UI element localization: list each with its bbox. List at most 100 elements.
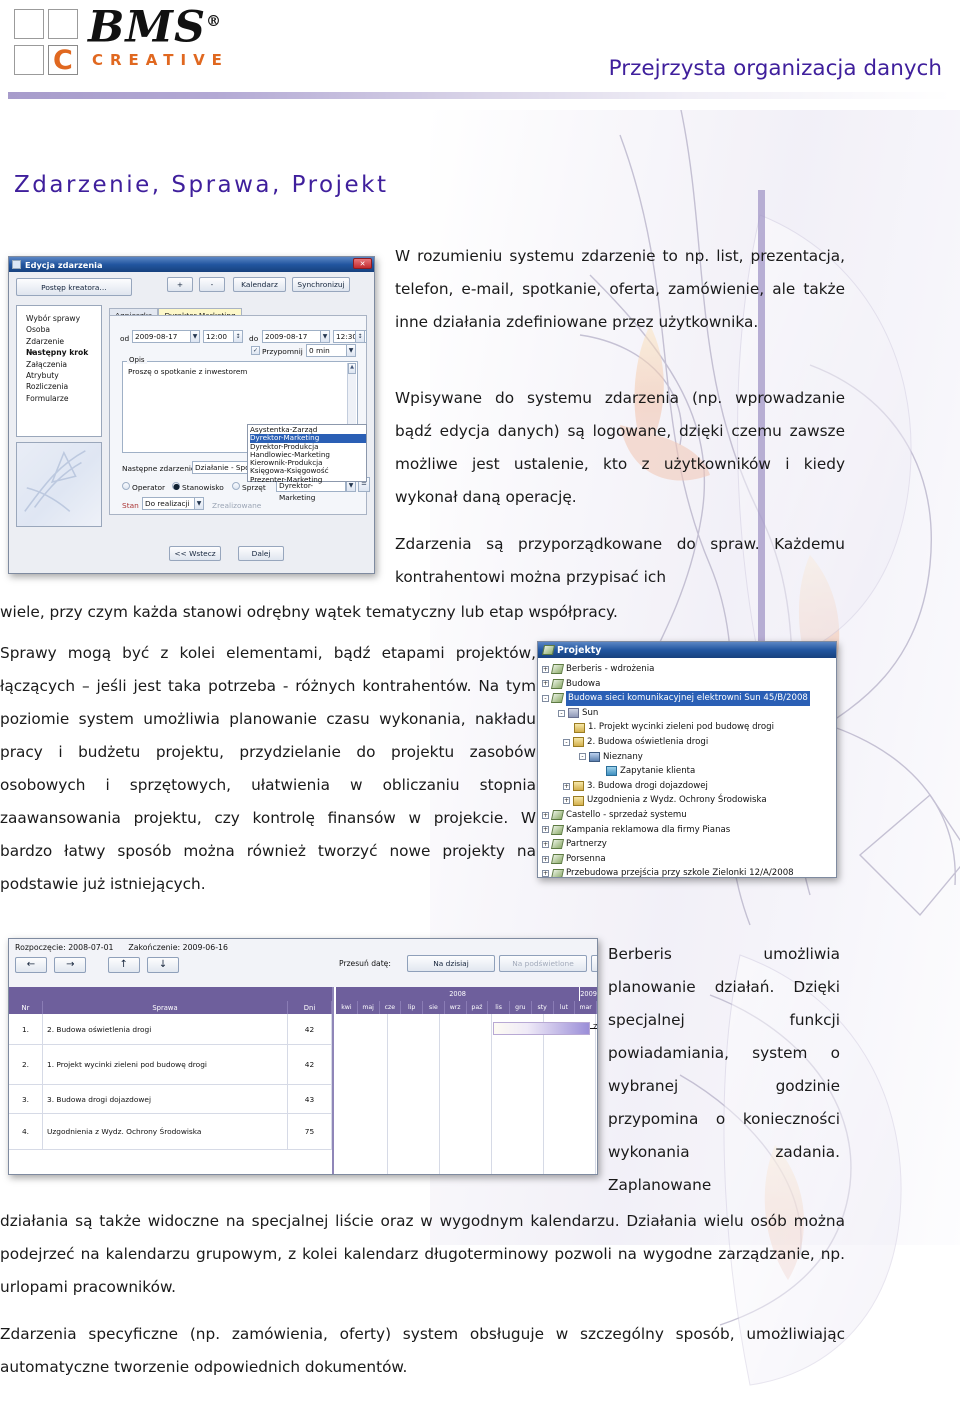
gantt-toolbar: Rozpoczęcie: 2008-07-01 Zakończenie: 200… <box>9 939 597 987</box>
from-date-dropdown-icon[interactable]: ▼ <box>190 330 200 343</box>
tree-item[interactable]: + Berberis - wdrożenia <box>542 662 836 677</box>
assignee-dropdown-list[interactable]: Asystentka-Zarząd Dyrektor-Marketing Dyr… <box>247 424 367 484</box>
radio-operator[interactable] <box>122 482 130 490</box>
tree-item[interactable]: Zapytanie klienta <box>542 764 836 779</box>
tree-item-label: Nieznany <box>603 751 643 762</box>
add-button[interactable]: + <box>167 277 193 292</box>
remind-label: Przypomnij <box>262 347 303 356</box>
tree-item[interactable]: - Nieznany <box>538 750 836 765</box>
tree-item[interactable]: + Budowa <box>542 677 836 692</box>
month-mar: mar <box>575 1001 597 1014</box>
expander-icon[interactable]: + <box>542 826 549 834</box>
window-icon <box>12 260 21 269</box>
task-nr: 4. <box>9 1114 43 1149</box>
close-icon[interactable]: ✕ <box>353 258 372 269</box>
month-lis: lis <box>488 1001 510 1014</box>
task-row[interactable]: 1. 2. Budowa oświetlenia drogi 42 <box>9 1014 332 1045</box>
dropdown-option-6[interactable]: Prezenter-Marketing <box>250 475 366 484</box>
project-icon <box>550 839 565 850</box>
wizard-step-list[interactable]: Wybór sprawy Osoba Zdarzenie Następny kr… <box>16 305 102 437</box>
task-row[interactable]: 3. 3. Budowa drogi dojazdowej 43 <box>9 1085 332 1114</box>
expander-icon[interactable]: + <box>542 811 549 819</box>
next-button[interactable]: Dalej <box>238 546 285 561</box>
screenshot-gantt-window: Rozpoczęcie: 2008-07-01 Zakończenie: 200… <box>8 938 598 1175</box>
expander-icon[interactable]: + <box>542 840 549 848</box>
wizard-step-2[interactable]: Zdarzenie <box>26 336 97 347</box>
expander-icon[interactable]: + <box>563 782 570 790</box>
remove-button[interactable]: - <box>199 277 225 292</box>
push-today-button[interactable]: Na dzisiaj <box>407 955 495 972</box>
to-time-spinner-icon[interactable]: ↕ <box>355 330 365 343</box>
task-row[interactable]: 4. Uzgodnienia z Wydz. Ochrony Środowisk… <box>9 1114 332 1150</box>
expander-icon[interactable]: - <box>542 694 549 702</box>
radio-sprzet[interactable] <box>232 482 240 490</box>
radio-sprzet-label: Sprzęt <box>242 483 266 492</box>
tree-item[interactable]: + Przebudowa przejścia przy szkole Zielon… <box>542 866 836 877</box>
expander-icon[interactable]: + <box>542 870 549 877</box>
wizard-step-1[interactable]: Osoba <box>26 324 97 335</box>
expander-icon[interactable]: - <box>563 738 570 746</box>
remind-dropdown-icon[interactable]: ▼ <box>346 344 356 357</box>
tree-item[interactable]: + Kampania reklamowa dla firmy Pianas <box>542 823 836 838</box>
wizard-step-0[interactable]: Wybór sprawy <box>26 313 97 324</box>
dialog-body: Postęp kreatora… + - Kalendarz Synchroni… <box>9 272 374 573</box>
gantt-bar-task-1[interactable] <box>493 1022 590 1035</box>
radio-stanowisko-selected[interactable]: ● <box>172 482 180 491</box>
wizard-progress-button[interactable]: Postęp kreatora… <box>16 278 132 296</box>
projects-tree[interactable]: + Berberis - wdrożenia + Budowa - Budowa si… <box>538 658 836 877</box>
done-label: Zrealizowane <box>212 501 262 510</box>
task-row[interactable]: 2. 1. Projekt wycinki zieleni pod budowę… <box>9 1045 332 1085</box>
radio-operator-label: Operator <box>132 483 166 492</box>
nav-right-icon[interactable]: → <box>54 957 87 973</box>
logo-wordmark: BMS® <box>88 5 222 49</box>
projects-titlebar: Projekty <box>538 642 836 658</box>
back-button[interactable]: << Wstecz <box>169 546 221 561</box>
expander-icon[interactable]: - <box>558 709 565 717</box>
event-detail-panel: od 2009-08-17 ▼ 12:00 ↕ do 2009-08-17 ▼ … <box>109 315 370 515</box>
from-time-spinner-icon[interactable]: ↕ <box>233 330 243 343</box>
tree-item[interactable]: + Castello - sprzedaż systemu <box>542 808 836 823</box>
wizard-step-4[interactable]: Załączenia <box>26 359 97 370</box>
tree-item-selected[interactable]: - Budowa sieci komunikacyjnej elektrowni … <box>542 691 836 706</box>
sync-button[interactable]: Synchronizuj <box>292 277 350 292</box>
wizard-step-5[interactable]: Atrybuty <box>26 370 97 381</box>
gantt-end-label: Zakończenie: <box>128 943 181 952</box>
wizard-step-6[interactable]: Rozliczenia <box>26 381 97 392</box>
push-start-button[interactable]: Na początek <box>591 955 597 972</box>
task-nr: 3. <box>9 1085 43 1113</box>
expander-icon[interactable]: + <box>542 665 549 673</box>
push-date-label: Przesuń datę: <box>339 959 391 968</box>
push-highlighted-button: Na podświetlone <box>499 955 587 972</box>
folder-icon <box>573 737 584 748</box>
tree-item[interactable]: + Porsenna <box>542 852 836 867</box>
wizard-step-7[interactable]: Formularze <box>26 393 97 404</box>
expander-icon[interactable]: + <box>542 680 549 688</box>
nav-left-icon[interactable]: ← <box>15 957 47 973</box>
tree-item[interactable]: + Partnerzy <box>542 837 836 852</box>
paragraph-text: Zdarzenia specyficzne (np. zamówienia, o… <box>0 1325 845 1376</box>
tree-item-label: 1. Projekt wycinki zieleni pod budowę dr… <box>588 722 774 733</box>
tree-item-label: 3. Budowa drogi dojazdowej <box>587 780 708 791</box>
sun-icon <box>568 708 579 719</box>
nav-down-icon[interactable]: ↓ <box>147 957 180 973</box>
paragraph-intro: W rozumieniu systemu zdarzenie to np. li… <box>395 240 845 339</box>
nav-up-icon[interactable]: ↑ <box>107 957 140 973</box>
wizard-step-3-current[interactable]: Następny krok <box>26 347 97 359</box>
expander-icon[interactable]: - <box>579 753 586 761</box>
tree-item[interactable]: +3. Budowa drogi dojazdowej <box>538 779 836 794</box>
expander-icon[interactable]: + <box>563 797 570 805</box>
task-days: 42 <box>288 1045 332 1084</box>
tree-item[interactable]: + Uzgodnienia z Wydz. Ochrony Środowiska <box>538 793 836 808</box>
state-dropdown-icon[interactable]: ▼ <box>194 497 204 510</box>
tree-item-label: Castello - sprzedaż systemu <box>566 809 687 820</box>
remind-checkbox[interactable]: ✓ <box>251 346 260 355</box>
project-icon <box>550 868 565 877</box>
tree-item[interactable]: - Sun <box>542 706 836 721</box>
expander-icon[interactable]: + <box>542 855 549 863</box>
calendar-button[interactable]: Kalendarz <box>233 277 286 292</box>
tree-item[interactable]: 1. Projekt wycinki zieleni pod budowę dr… <box>542 720 836 735</box>
description-value[interactable]: Proszę o spotkanie z inwestorem <box>128 367 247 376</box>
tree-item[interactable]: - 2. Budowa oświetlenia drogi <box>538 735 836 750</box>
to-date-dropdown-icon[interactable]: ▼ <box>320 330 330 343</box>
header-divider <box>8 92 952 99</box>
